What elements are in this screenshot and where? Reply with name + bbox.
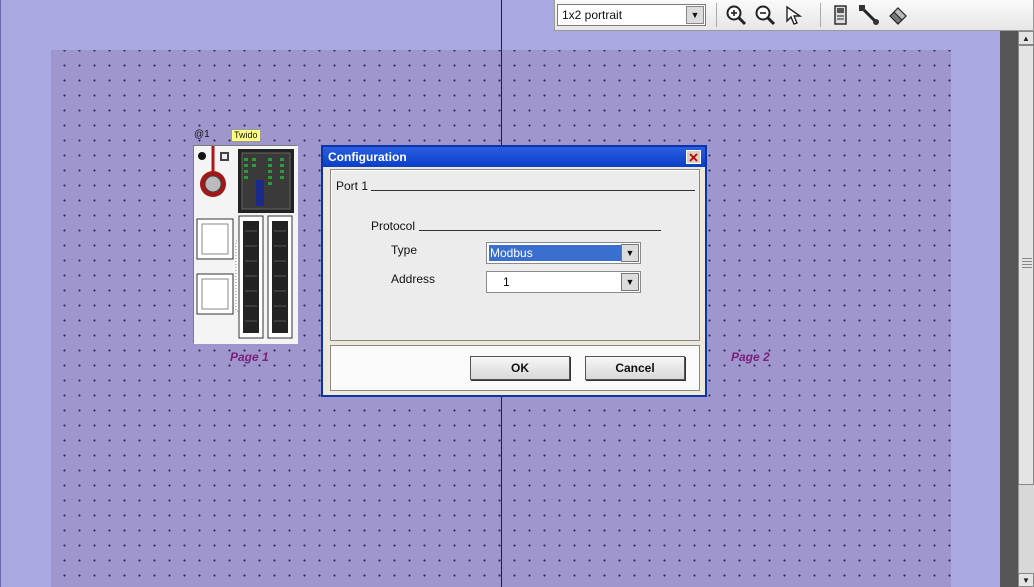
select-button[interactable] (781, 2, 807, 28)
vertical-scrollbar[interactable]: ▲ ▼ (1000, 31, 1034, 587)
configuration-dialog: Configuration Port 1 Protocol Type Modbu… (321, 145, 707, 397)
eraser-icon (889, 7, 907, 25)
device-address-tag: @1 (194, 129, 210, 140)
scrollbar-gutter (1000, 31, 1018, 587)
controller-button[interactable] (827, 2, 853, 28)
toolbar-separator (716, 3, 717, 27)
twido-controller[interactable] (193, 133, 298, 344)
dialog-title: Configuration (328, 150, 407, 164)
type-select[interactable]: Modbus ▼ (486, 242, 641, 264)
select-arrow-icon (786, 5, 803, 25)
chevron-down-icon[interactable]: ▼ (621, 273, 639, 291)
top-toolbar: 1x2 portrait ▼ (554, 0, 1034, 31)
page-layout-select[interactable]: 1x2 portrait ▼ (557, 4, 706, 26)
toolbar-separator (820, 3, 821, 27)
eraser-button[interactable] (885, 2, 911, 28)
cancel-button[interactable]: Cancel (585, 356, 685, 380)
controller-icon (834, 5, 847, 25)
address-label: Address (391, 272, 436, 286)
zoom-out-button[interactable] (752, 2, 778, 28)
close-button[interactable] (686, 150, 701, 164)
cable-button[interactable] (856, 2, 882, 28)
zoom-in-icon (726, 5, 747, 26)
chevron-down-icon[interactable]: ▼ (621, 244, 639, 262)
type-value: Modbus (489, 245, 621, 261)
scrollbar-thumb[interactable] (1018, 45, 1034, 485)
dialog-title-bar[interactable]: Configuration (323, 147, 705, 167)
address-select[interactable]: 1 ▼ (486, 271, 641, 293)
cable-icon (859, 5, 879, 25)
close-icon (689, 152, 698, 162)
page-1-label: Page 1 (230, 350, 269, 364)
grip-icon (1022, 258, 1032, 268)
zoom-in-button[interactable] (723, 2, 749, 28)
scroll-down-icon[interactable]: ▼ (1018, 573, 1034, 587)
device-name-tag: Twido (231, 129, 261, 142)
scroll-up-icon[interactable]: ▲ (1018, 31, 1034, 45)
section-divider (371, 190, 695, 191)
port-section-label: Port 1 (336, 179, 369, 193)
zoom-out-icon (755, 5, 776, 26)
protocol-group-label: Protocol (371, 219, 416, 233)
address-value: 1 (503, 275, 510, 289)
port-settings-panel: Port 1 Protocol Type Modbus ▼ Address 1 … (330, 169, 700, 341)
page-layout-value: 1x2 portrait (562, 8, 623, 22)
dialog-button-bar: OK Cancel (330, 345, 700, 391)
twido-controller-icon (194, 133, 298, 344)
group-divider (419, 230, 661, 231)
chevron-down-icon[interactable]: ▼ (686, 6, 704, 24)
ok-button[interactable]: OK (470, 356, 570, 380)
type-label: Type (391, 243, 418, 257)
page-2-label: Page 2 (731, 350, 770, 364)
